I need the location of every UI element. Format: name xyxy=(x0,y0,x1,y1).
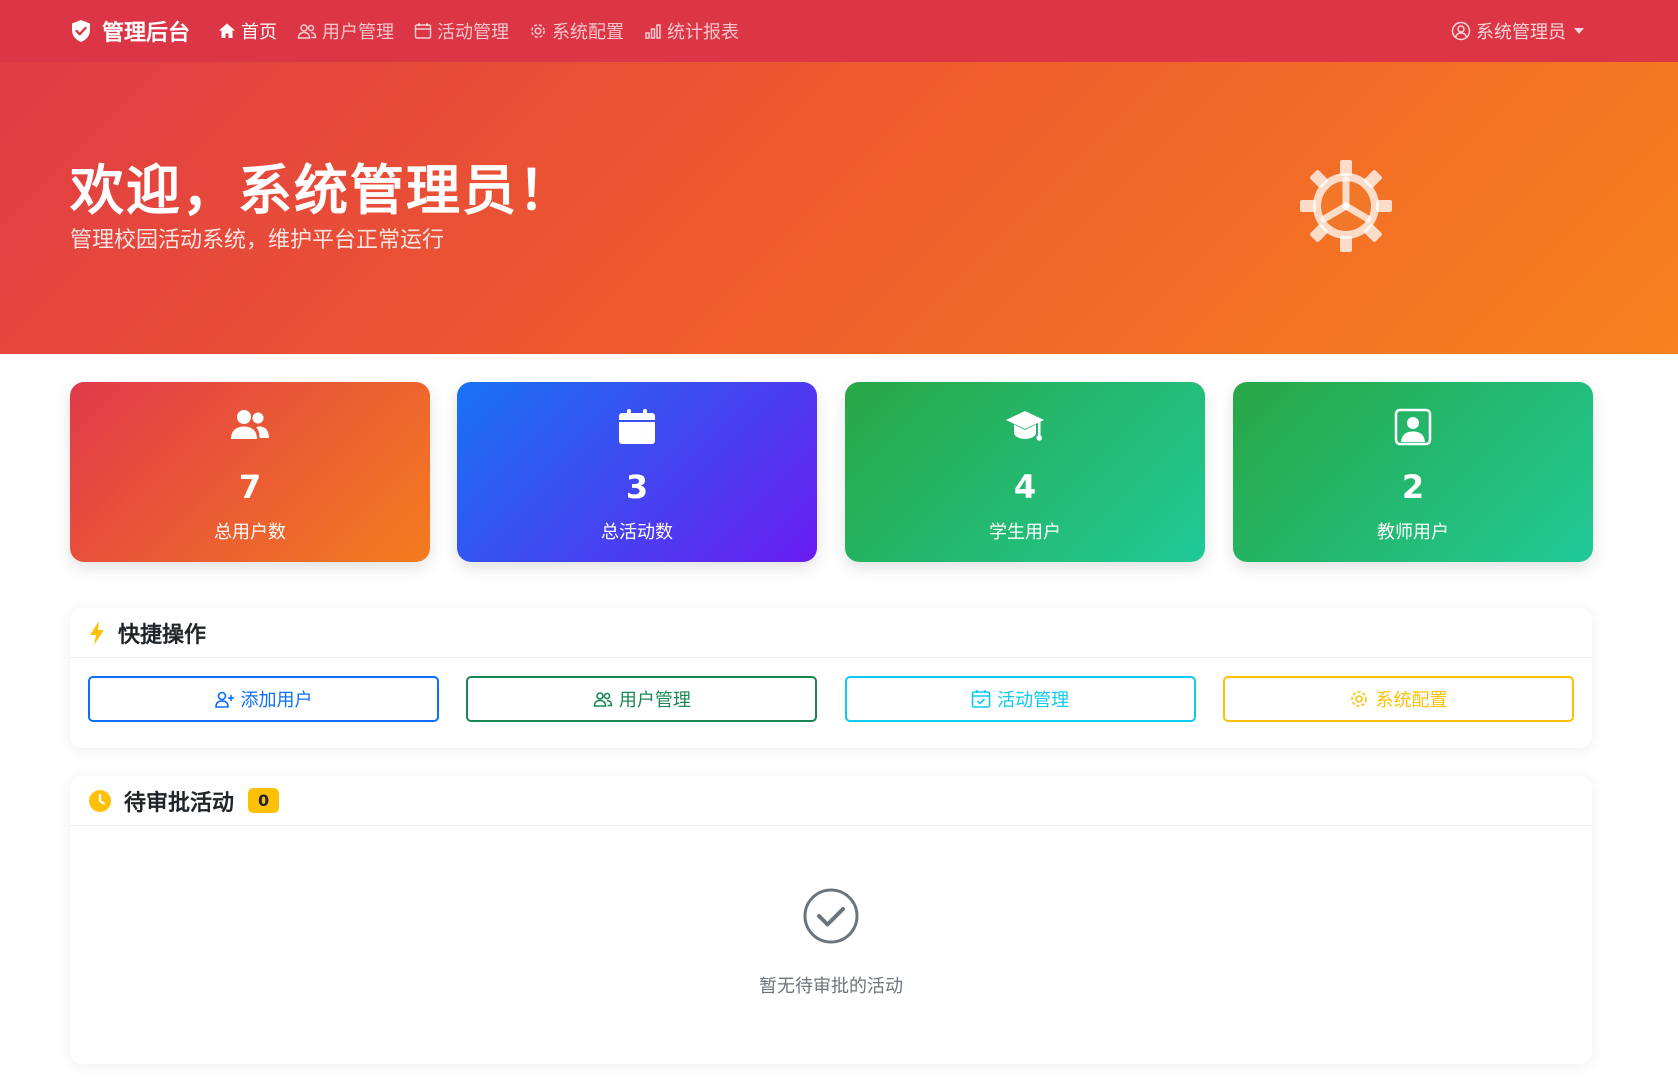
nav-item-home[interactable]: 首页 xyxy=(218,18,277,44)
pending-count-badge: 0 xyxy=(248,788,280,813)
user-dropdown[interactable]: 系统管理员 xyxy=(1451,0,1584,62)
quick-actions-header: 快捷操作 xyxy=(70,608,1592,658)
button-label: 系统配置 xyxy=(1375,690,1448,711)
nav-item-activities[interactable]: 活动管理 xyxy=(414,18,509,44)
stat-card-teachers: 2 教师用户 xyxy=(1233,382,1593,562)
person-plus-icon xyxy=(214,691,234,708)
person-circle-icon xyxy=(1451,21,1471,41)
clock-icon xyxy=(89,789,111,812)
nav-item-label: 首页 xyxy=(241,22,278,43)
home-icon xyxy=(219,23,236,38)
nav-menu: 首页 用户管理 活动管理 系统配置 统计报表 xyxy=(218,18,759,44)
stat-label: 学生用户 xyxy=(989,522,1061,543)
stat-card-students: 4 学生用户 xyxy=(845,382,1205,562)
people-icon xyxy=(593,692,613,707)
nav-item-reports[interactable]: 统计报表 xyxy=(644,18,739,44)
stat-label: 教师用户 xyxy=(1377,522,1449,543)
nav-item-label: 系统配置 xyxy=(552,22,625,43)
stat-card-total-activities: 3 总活动数 xyxy=(457,382,817,562)
stat-value: 3 xyxy=(625,468,649,506)
person-badge-icon xyxy=(1394,408,1432,446)
add-user-button[interactable]: 添加用户 xyxy=(88,676,439,722)
button-label: 活动管理 xyxy=(997,690,1070,711)
welcome-subtitle: 管理校园活动系统，维护平台正常运行 xyxy=(70,228,445,253)
welcome-banner: 欢迎，系统管理员！ 管理校园活动系统，维护平台正常运行 xyxy=(0,62,1678,354)
gear-icon xyxy=(1351,691,1368,707)
top-navbar: 管理后台 首页 用户管理 活动管理 系统配置 统计报表 系统管理员 xyxy=(0,0,1678,62)
empty-state-text: 暂无待审批的活动 xyxy=(759,976,903,997)
button-label: 用户管理 xyxy=(618,690,691,711)
nav-item-label: 用户管理 xyxy=(322,22,395,43)
stat-value: 2 xyxy=(1401,468,1425,506)
user-management-button[interactable]: 用户管理 xyxy=(466,676,818,722)
panel-title: 待审批活动 xyxy=(124,790,235,816)
stat-card-total-users: 7 总用户数 xyxy=(70,382,430,562)
activity-management-button[interactable]: 活动管理 xyxy=(844,676,1196,722)
caret-down-icon xyxy=(1574,28,1584,34)
calendar-icon xyxy=(414,23,432,39)
quick-actions-panel: 快捷操作 添加用户 用户管理 活动管理 系统配置 xyxy=(70,608,1592,748)
people-icon xyxy=(297,24,317,39)
gear-icon xyxy=(531,24,545,38)
bar-chart-icon xyxy=(645,24,661,39)
pending-activities-header: 待审批活动 0 xyxy=(70,776,1592,826)
system-config-button[interactable]: 系统配置 xyxy=(1222,676,1574,722)
shield-check-icon xyxy=(72,20,90,42)
stat-value: 4 xyxy=(1013,468,1037,506)
calendar-fill-icon xyxy=(619,409,655,444)
welcome-title: 欢迎，系统管理员！ xyxy=(70,159,574,222)
people-fill-icon xyxy=(231,410,269,439)
nav-item-label: 活动管理 xyxy=(437,22,510,43)
stat-label: 总用户数 xyxy=(214,522,286,543)
brand[interactable]: 管理后台 xyxy=(70,15,190,47)
mortarboard-icon xyxy=(1006,411,1044,441)
nav-item-users[interactable]: 用户管理 xyxy=(297,18,394,44)
quick-actions-buttons: 添加用户 用户管理 活动管理 系统配置 xyxy=(88,676,1574,722)
gear-wide-icon xyxy=(1300,160,1392,252)
button-label: 添加用户 xyxy=(240,690,313,711)
calendar-check-icon xyxy=(971,690,991,708)
nav-item-label: 统计报表 xyxy=(667,22,740,43)
pending-activities-panel: 待审批活动 0 暂无待审批的活动 xyxy=(70,776,1592,1064)
stat-label: 总活动数 xyxy=(601,522,673,543)
panel-title: 快捷操作 xyxy=(118,622,207,648)
nav-item-settings[interactable]: 系统配置 xyxy=(529,18,624,44)
brand-label: 管理后台 xyxy=(102,21,191,46)
check-circle-icon xyxy=(803,888,859,944)
stat-value: 7 xyxy=(238,468,262,506)
user-name: 系统管理员 xyxy=(1476,22,1566,43)
lightning-icon xyxy=(90,620,104,645)
